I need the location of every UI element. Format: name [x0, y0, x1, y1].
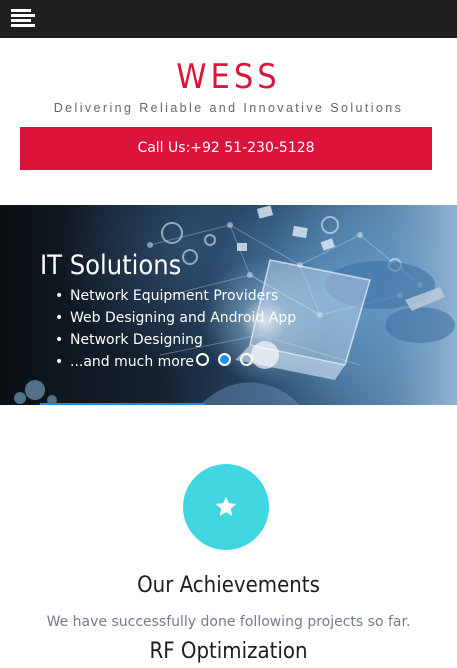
slider-dot-1[interactable]	[196, 353, 209, 366]
achievement-badge	[183, 464, 269, 550]
slider-progress-bar	[40, 403, 205, 405]
top-bar	[0, 0, 457, 38]
call-us-button[interactable]: Call Us:+92 51-230-5128	[20, 127, 432, 170]
site-logo-text[interactable]: WESS	[0, 58, 457, 96]
hamburger-menu-icon[interactable]	[11, 9, 35, 29]
menu-line	[11, 14, 35, 17]
menu-line	[11, 9, 31, 12]
menu-line	[11, 24, 35, 27]
slider-dot-2[interactable]	[218, 353, 231, 366]
list-item: Web Designing and Android App	[50, 307, 296, 329]
hero-feature-list: Network Equipment Providers Web Designin…	[50, 285, 296, 373]
project-heading: RF Optimization	[149, 639, 308, 664]
list-item: Network Designing	[50, 329, 296, 351]
slider-dot-3[interactable]	[240, 353, 253, 366]
site-tagline: Delivering Reliable and Innovative Solut…	[53, 101, 404, 115]
menu-line	[11, 19, 31, 22]
star-icon	[215, 496, 237, 516]
list-item: Network Equipment Providers	[50, 285, 296, 307]
list-item: ...and much more	[50, 351, 296, 373]
hero-title: IT Solutions	[40, 250, 182, 281]
achievements-heading: Our Achievements	[137, 573, 320, 598]
achievements-subtitle: We have successfully done following proj…	[46, 614, 411, 630]
hero-slider: IT Solutions Network Equipment Providers…	[0, 205, 457, 405]
